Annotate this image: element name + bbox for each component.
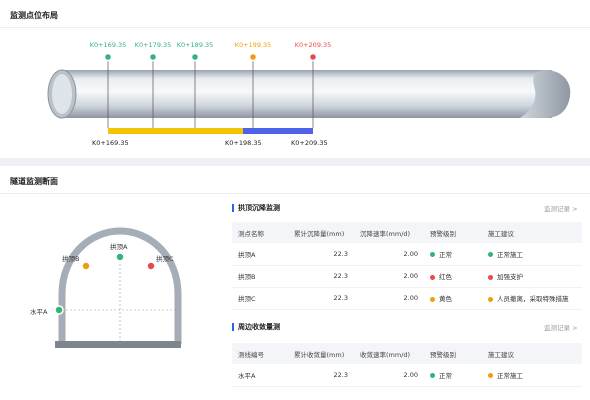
tunnel-diagram [54,227,182,348]
cell-total: 22.3 [288,364,354,387]
status-dot-icon [488,252,493,258]
pipe-body [62,70,552,118]
cell-level: 黄色 [424,287,482,310]
point-top-b [81,261,91,271]
col-header: 预警级别 [424,222,482,243]
cell-total: 22.3 [288,265,354,288]
section-card: 隧道监测断面 拱顶A 拱顶B 拱顶C 水平A 拱顶沉降监测 监测记录 > 测点名… [0,166,590,400]
cell-level: 正常 [424,364,482,387]
table-row: 拱顶C 22.3 2.00 黄色 人员撤离，采取特殊措施 [232,287,582,310]
advice-text: 正常施工 [497,250,523,259]
cell-rate: 2.00 [354,243,424,266]
cell-name: 拱顶A [232,243,288,266]
marker-dot [190,52,200,62]
table2-records-link[interactable]: 监测记录 > [544,322,578,332]
col-header: 累计收敛量(mm) [288,343,354,364]
progress-bar-blue [243,128,313,134]
cell-name: 水平A [232,364,288,387]
layout-card: 监测点位布局 K0+169.35 K0+179.35 K0+189.35 K0+… [0,0,590,158]
marker-label: K0+199.35 [234,41,272,49]
col-header: 累计沉降量(mm) [288,222,354,243]
col-header: 收敛速率(mm/d) [354,343,424,364]
cell-rate: 2.00 [354,265,424,288]
cell-name: 拱顶B [232,265,288,288]
col-header: 预警级别 [424,343,482,364]
label-top-c: 拱顶C [156,255,174,263]
table1-title: 拱顶沉降监测 [232,203,280,213]
status-dot-icon [430,274,435,280]
bar-label-start: K0+169.35 [92,139,129,147]
table2-title: 周边收敛量测 [232,322,280,332]
marker-label: K0+169.35 [89,41,127,49]
level-text: 正常 [439,371,452,380]
marker-dot [248,52,258,62]
cell-rate: 2.00 [354,364,424,387]
section-title: 隧道监测断面 [10,177,58,186]
col-header: 测点名称 [232,222,288,243]
progress-bar-yellow [108,128,243,134]
marker-label: K0+179.35 [134,41,172,49]
status-dot-icon [488,274,493,280]
point-level-a [54,305,64,315]
cell-name: 拱顶C [232,287,288,310]
col-header: 沉降速率(mm/d) [354,222,424,243]
cell-total: 22.3 [288,287,354,310]
bar-label-mid: K0+198.35 [225,139,262,147]
label-level-a: 水平A [30,308,48,316]
cell-advice: 正常施工 [482,243,582,266]
cell-advice: 正常施工 [482,364,582,387]
cell-advice: 加强支护 [482,265,582,288]
col-header: 施工建议 [482,343,582,364]
marker-dot [103,52,113,62]
cell-level: 正常 [424,243,482,266]
pipe-diagram [47,52,571,134]
col-header: 施工建议 [482,222,582,243]
bar-label-end: K0+209.35 [291,139,328,147]
convergence-table: 测线编号 累计收敛量(mm) 收敛速率(mm/d) 预警级别 施工建议 水平A 2… [232,343,582,387]
level-text: 红色 [439,273,452,281]
marker-label: K0+209.35 [294,41,332,49]
cell-advice: 人员撤离，采取特殊措施 [482,287,582,310]
advice-text: 加强支护 [497,273,523,281]
status-dot-icon [430,373,435,379]
advice-text: 正常施工 [497,371,523,380]
cell-total: 22.3 [288,243,354,266]
marker-dot [148,52,158,62]
table1-records-link[interactable]: 监测记录 > [544,203,578,213]
point-top-c [146,261,156,271]
level-text: 黄色 [439,295,452,303]
status-dot-icon [488,296,493,302]
status-dot-icon [488,373,493,379]
marker-dot [308,52,318,62]
table-row: 水平A 22.3 2.00 正常 正常施工 [232,364,582,387]
tunnel-floor [55,341,181,348]
marker-label: K0+189.35 [176,41,214,49]
point-top-a [115,252,125,262]
table-row: 拱顶B 22.3 2.00 红色 加强支护 [232,265,582,288]
level-text: 正常 [439,250,452,259]
cell-level: 红色 [424,265,482,288]
settlement-table: 测点名称 累计沉降量(mm) 沉降速率(mm/d) 预警级别 施工建议 拱顶A 2… [232,222,582,310]
label-top-b: 拱顶B [62,255,80,263]
status-dot-icon [430,252,435,258]
status-dot-icon [430,296,435,302]
divider [0,193,590,194]
col-header: 测线编号 [232,343,288,364]
table-row: 拱顶A 22.3 2.00 正常 正常施工 [232,243,582,266]
cell-rate: 2.00 [354,287,424,310]
advice-text: 人员撤离，采取特殊措施 [497,295,569,303]
label-top-a: 拱顶A [110,243,128,251]
